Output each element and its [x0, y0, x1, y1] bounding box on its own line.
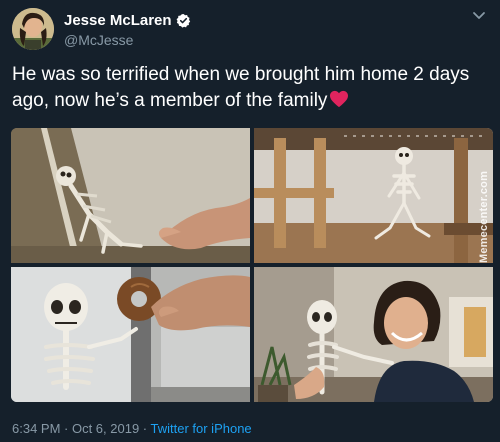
photo-1[interactable]: [11, 128, 250, 263]
photo-3[interactable]: [11, 267, 250, 402]
verified-badge-icon: [176, 13, 191, 28]
display-name[interactable]: Jesse McLaren: [64, 12, 172, 29]
author-names: Jesse McLaren @McJesse: [64, 12, 191, 48]
tweet-header: Jesse McLaren @McJesse: [12, 6, 488, 52]
tweet-text: He was so terrified when we brought him …: [12, 62, 488, 114]
photo-2[interactable]: Memecenter.com: [254, 128, 493, 263]
display-name-row: Jesse McLaren: [64, 12, 191, 29]
handle[interactable]: @McJesse: [64, 32, 191, 48]
chevron-down-icon[interactable]: [472, 8, 486, 19]
tweet-card: Jesse McLaren @McJesse He was so terrifi…: [0, 0, 500, 442]
timestamp[interactable]: 6:34 PM · Oct 6, 2019 ·: [12, 421, 151, 436]
photo-4[interactable]: [254, 267, 493, 402]
tweet-footer: 6:34 PM · Oct 6, 2019 · Twitter for iPho…: [12, 421, 252, 436]
avatar[interactable]: [12, 8, 54, 50]
source-link[interactable]: Twitter for iPhone: [151, 421, 252, 436]
red-heart-icon: [329, 90, 349, 108]
media-grid: Memecenter.com: [11, 128, 493, 402]
tweet-text-content: He was so terrified when we brought him …: [12, 64, 470, 111]
watermark: Memecenter.com: [478, 170, 490, 263]
